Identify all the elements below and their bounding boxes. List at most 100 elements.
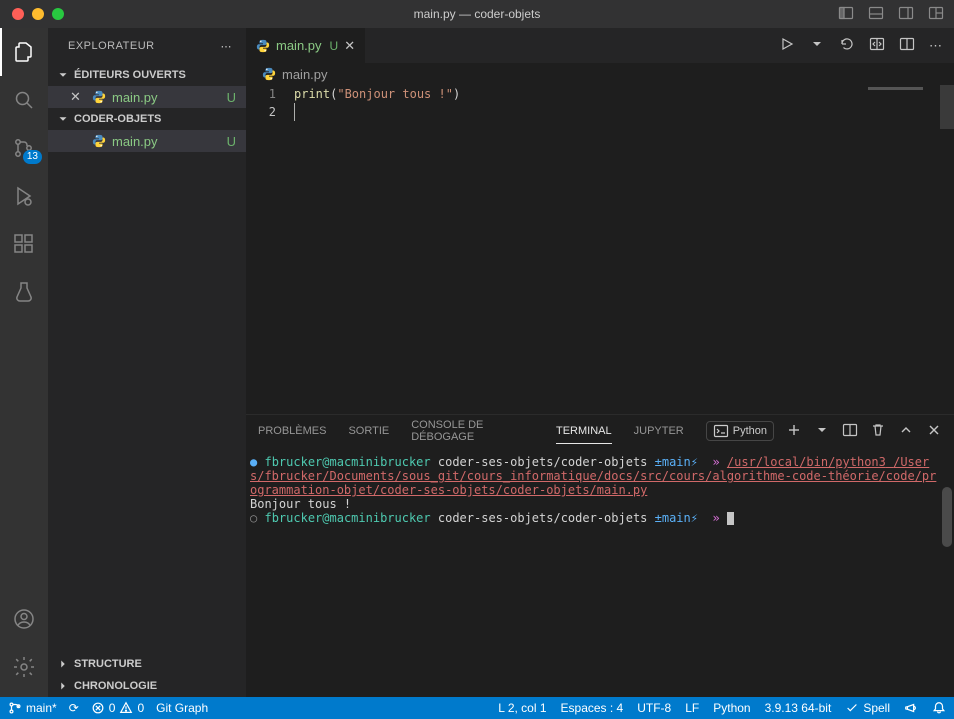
- close-editor-icon[interactable]: ✕: [70, 89, 86, 105]
- activity-extensions[interactable]: [0, 220, 48, 268]
- section-open-editors[interactable]: ÉDITEURS OUVERTS: [48, 64, 246, 86]
- close-window-button[interactable]: [12, 8, 24, 20]
- toggle-panel-icon[interactable]: [868, 5, 884, 24]
- activity-source-control[interactable]: 13: [0, 124, 48, 172]
- open-editor-item[interactable]: ✕ main.py U: [48, 86, 246, 108]
- breadcrumb[interactable]: main.py: [246, 63, 954, 85]
- kill-terminal-icon[interactable]: [870, 422, 886, 441]
- bell-icon: [932, 701, 946, 715]
- warning-icon: [119, 701, 133, 715]
- status-encoding[interactable]: UTF-8: [637, 701, 671, 715]
- activity-explorer[interactable]: [0, 28, 48, 76]
- terminal-user: fbrucker@macminibrucker: [264, 511, 430, 525]
- code-token: print: [294, 87, 330, 101]
- status-branch-label: main*: [26, 701, 57, 715]
- editor-actions: ⋯: [779, 28, 954, 63]
- scm-badge: 13: [23, 150, 42, 164]
- editor-tab[interactable]: main.py U ✕: [246, 28, 366, 63]
- git-status-badge: U: [227, 134, 236, 149]
- status-interpreter[interactable]: 3.9.13 64-bit: [765, 701, 832, 715]
- python-file-icon: [256, 39, 270, 53]
- sidebar-more-icon[interactable]: ⋯: [221, 40, 233, 53]
- minimize-window-button[interactable]: [32, 8, 44, 20]
- split-editor-icon[interactable]: [869, 36, 885, 55]
- customize-layout-icon[interactable]: [928, 5, 944, 24]
- status-branch[interactable]: main*: [8, 701, 57, 715]
- close-tab-icon[interactable]: ✕: [344, 38, 355, 54]
- line-number-gutter: 1 2: [246, 85, 294, 414]
- maximize-window-button[interactable]: [52, 8, 64, 20]
- check-icon: [845, 701, 859, 715]
- toggle-secondary-sidebar-icon[interactable]: [898, 5, 914, 24]
- status-eol[interactable]: LF: [685, 701, 699, 715]
- line-number: 2: [246, 103, 276, 121]
- run-button-icon[interactable]: [779, 36, 795, 55]
- code-token: "Bonjour tous !": [337, 87, 453, 101]
- status-notifications[interactable]: [932, 701, 946, 715]
- titlebar: main.py — coder-objets: [0, 0, 954, 28]
- status-errors: 0: [109, 701, 116, 715]
- overview-ruler[interactable]: [940, 85, 954, 414]
- code-editor[interactable]: 1 2 print("Bonjour tous !"): [246, 85, 954, 414]
- panel-tab-debug[interactable]: CONSOLE DE DÉBOGAGE: [411, 413, 534, 449]
- open-editor-filename: main.py: [112, 90, 158, 105]
- terminal-user: fbrucker@macminibrucker: [264, 455, 430, 469]
- activity-testing[interactable]: [0, 268, 48, 316]
- git-status-badge: U: [227, 90, 236, 105]
- status-problems[interactable]: 0 0: [91, 701, 144, 715]
- maximize-panel-icon[interactable]: [898, 422, 914, 441]
- panel-tab-jupyter[interactable]: JUPYTER: [634, 419, 684, 443]
- status-indent[interactable]: Espaces : 4: [561, 701, 624, 715]
- run-dropdown-icon[interactable]: [809, 36, 825, 55]
- terminal-output: Bonjour tous !: [250, 497, 351, 511]
- panel-tab-problems[interactable]: PROBLÈMES: [258, 419, 326, 443]
- status-spell[interactable]: Spell: [845, 701, 890, 715]
- editor-group: main.py U ✕ ⋯ main.py 1 2: [246, 28, 954, 697]
- tab-label: main.py: [276, 38, 322, 53]
- activity-run-debug[interactable]: [0, 172, 48, 220]
- line-number: 1: [246, 85, 276, 103]
- undo-last-icon[interactable]: [839, 36, 855, 55]
- sidebar-title: EXPLORATEUR: [68, 40, 155, 52]
- explorer-sidebar: EXPLORATEUR ⋯ ÉDITEURS OUVERTS ✕ main.py…: [48, 28, 246, 697]
- toggle-primary-sidebar-icon[interactable]: [838, 5, 854, 24]
- status-warnings: 0: [137, 701, 144, 715]
- editor-tabs: main.py U ✕ ⋯: [246, 28, 954, 63]
- folder-file-item[interactable]: main.py U: [48, 130, 246, 152]
- terminal-cwd: coder-ses-objets/coder-objets: [438, 455, 648, 469]
- sync-icon: ⟳: [69, 701, 79, 715]
- folder-file-name: main.py: [112, 134, 158, 149]
- new-terminal-icon[interactable]: [786, 422, 802, 441]
- panel-tabs: PROBLÈMES SORTIE CONSOLE DE DÉBOGAGE TER…: [246, 415, 954, 447]
- close-panel-icon[interactable]: [926, 422, 942, 441]
- terminal-selector[interactable]: Python: [706, 421, 774, 441]
- status-feedback[interactable]: [904, 701, 918, 715]
- activity-accounts[interactable]: [0, 595, 48, 643]
- window-controls: [0, 8, 64, 20]
- status-spell-label: Spell: [863, 701, 890, 715]
- section-folder[interactable]: CODER-OBJETS: [48, 108, 246, 130]
- status-git-graph[interactable]: Git Graph: [156, 701, 208, 715]
- branch-icon: [8, 701, 22, 715]
- code-content[interactable]: print("Bonjour tous !"): [294, 85, 864, 414]
- status-cursor[interactable]: L 2, col 1: [498, 701, 546, 715]
- status-bar: main* ⟳ 0 0 Git Graph L 2, col 1 Espaces…: [0, 697, 954, 719]
- terminal-icon: [713, 423, 729, 439]
- panel-tab-output[interactable]: SORTIE: [348, 419, 389, 443]
- status-sync[interactable]: ⟳: [69, 701, 79, 715]
- section-structure[interactable]: STRUCTURE: [48, 653, 246, 675]
- python-file-icon: [92, 134, 106, 148]
- status-language[interactable]: Python: [713, 701, 750, 715]
- chevron-right-icon: [56, 657, 70, 671]
- terminal[interactable]: ● fbrucker@macminibrucker coder-ses-obje…: [246, 447, 954, 697]
- more-actions-icon[interactable]: ⋯: [929, 38, 942, 54]
- split-right-icon[interactable]: [899, 36, 915, 55]
- section-timeline[interactable]: CHRONOLOGIE: [48, 675, 246, 697]
- terminal-scrollbar[interactable]: [942, 487, 952, 547]
- panel-tab-terminal[interactable]: TERMINAL: [556, 419, 612, 444]
- activity-settings[interactable]: [0, 643, 48, 691]
- activity-search[interactable]: [0, 76, 48, 124]
- text-cursor: [294, 103, 295, 121]
- split-terminal-icon[interactable]: [842, 422, 858, 441]
- new-terminal-dropdown-icon[interactable]: [814, 422, 830, 441]
